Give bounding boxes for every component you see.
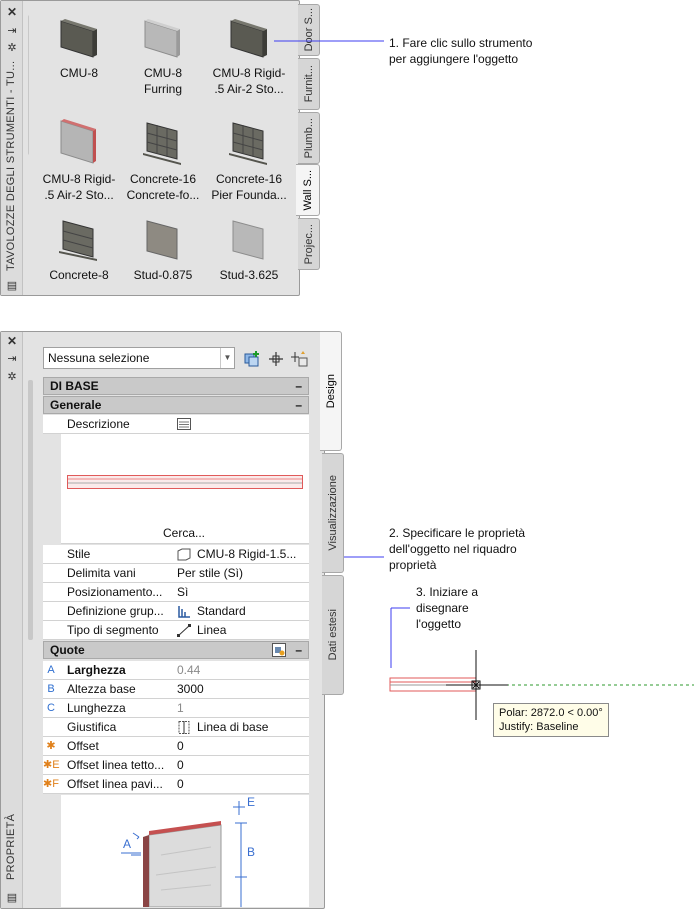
- segment-line-icon: [177, 624, 191, 637]
- quick-select-icon[interactable]: [243, 350, 261, 368]
- style-icon: [177, 548, 191, 561]
- collapse-icon[interactable]: –: [295, 397, 302, 413]
- callout-step3: 3. Iniziare a disegnare l'oggetto: [416, 585, 479, 631]
- property-giustifica[interactable]: Giustifica Linea di base: [43, 718, 309, 737]
- dimension-diagram: A B E: [61, 795, 309, 907]
- collapse-icon[interactable]: –: [295, 642, 302, 658]
- category-quote[interactable]: Quote –: [43, 641, 309, 659]
- dimension-icon[interactable]: [272, 643, 286, 657]
- close-icon[interactable]: ✕: [6, 335, 18, 347]
- pin-icon[interactable]: ⇥: [6, 353, 18, 365]
- properties-title: PROPRIETÀ: [5, 813, 17, 880]
- property-altezza-base[interactable]: B Altezza base 3000: [43, 680, 309, 699]
- chevron-down-icon[interactable]: ▼: [220, 348, 234, 368]
- property-label: Descrizione: [67, 417, 130, 431]
- properties-panel: ✕ ⇥ ✲ PROPRIETÀ ▤ Nessuna selezione ▼ DI…: [0, 331, 325, 909]
- pick-point-icon[interactable]: [267, 350, 285, 368]
- style-preview: Cerca...: [61, 434, 309, 544]
- tab-design[interactable]: Design: [320, 331, 342, 451]
- selection-dropdown[interactable]: Nessuna selezione ▼: [43, 347, 235, 369]
- property-descrizione[interactable]: Descrizione: [43, 415, 309, 434]
- collapse-icon[interactable]: –: [295, 378, 302, 394]
- property-stile[interactable]: Stile CMU-8 Rigid-1.5...: [43, 545, 309, 564]
- tab-dati-estesi[interactable]: Dati estesi: [322, 575, 344, 695]
- gear-icon[interactable]: ✲: [6, 371, 18, 383]
- property-posizionamento[interactable]: Posizionamento... Sì: [43, 583, 309, 602]
- property-larghezza[interactable]: A Larghezza 0.44: [43, 661, 309, 680]
- dim-label-a: A: [123, 837, 132, 851]
- property-offset-linea-tetto[interactable]: ✱E Offset linea tetto... 0: [43, 756, 309, 775]
- tab-visualizzazione[interactable]: Visualizzazione: [322, 453, 344, 573]
- palette-menu-icon[interactable]: ▤: [6, 892, 18, 904]
- property-lunghezza[interactable]: C Lunghezza 1: [43, 699, 309, 718]
- callout-step1: 1. Fare clic sullo strumento per aggiung…: [389, 36, 533, 66]
- properties-content: Nessuna selezione ▼ DI BASE – Generale – D…: [29, 340, 311, 908]
- property-offset[interactable]: ✱ Offset 0: [43, 737, 309, 756]
- category-di-base[interactable]: DI BASE –: [43, 377, 309, 395]
- dim-label-b: B: [247, 845, 256, 859]
- description-icon[interactable]: [177, 418, 191, 430]
- selection-value: Nessuna selezione: [48, 351, 150, 365]
- polar-tooltip: Polar: 2872.0 < 0.00° Justify: Baseline: [493, 703, 609, 737]
- category-generale[interactable]: Generale –: [43, 396, 309, 414]
- property-delimita-vani[interactable]: Delimita vani Per stile (Sì): [43, 564, 309, 583]
- tooltip-justify: Justify: Baseline: [499, 721, 579, 733]
- cerca-link[interactable]: Cerca...: [163, 526, 205, 540]
- tooltip-polar: Polar: 2872.0 < 0.00°: [499, 707, 603, 719]
- group-definition-icon: [178, 606, 190, 618]
- properties-title-strip: ✕ ⇥ ✲ PROPRIETÀ ▤: [1, 332, 23, 908]
- property-tipo-segmento[interactable]: Tipo di segmento Linea: [43, 621, 309, 640]
- dim-label-e: E: [247, 795, 256, 809]
- select-objects-icon[interactable]: [291, 350, 309, 368]
- property-definizione-gruppo[interactable]: Definizione grup... Standard: [43, 602, 309, 621]
- wall-preview-icon: [67, 475, 303, 489]
- wall-dimension-illustration: [121, 801, 247, 907]
- callout-step2: 2. Specificare le proprietà dell'oggetto…: [389, 526, 526, 572]
- justify-icon: [178, 721, 190, 734]
- property-offset-linea-pavimento[interactable]: ✱F Offset linea pavi... 0: [43, 775, 309, 794]
